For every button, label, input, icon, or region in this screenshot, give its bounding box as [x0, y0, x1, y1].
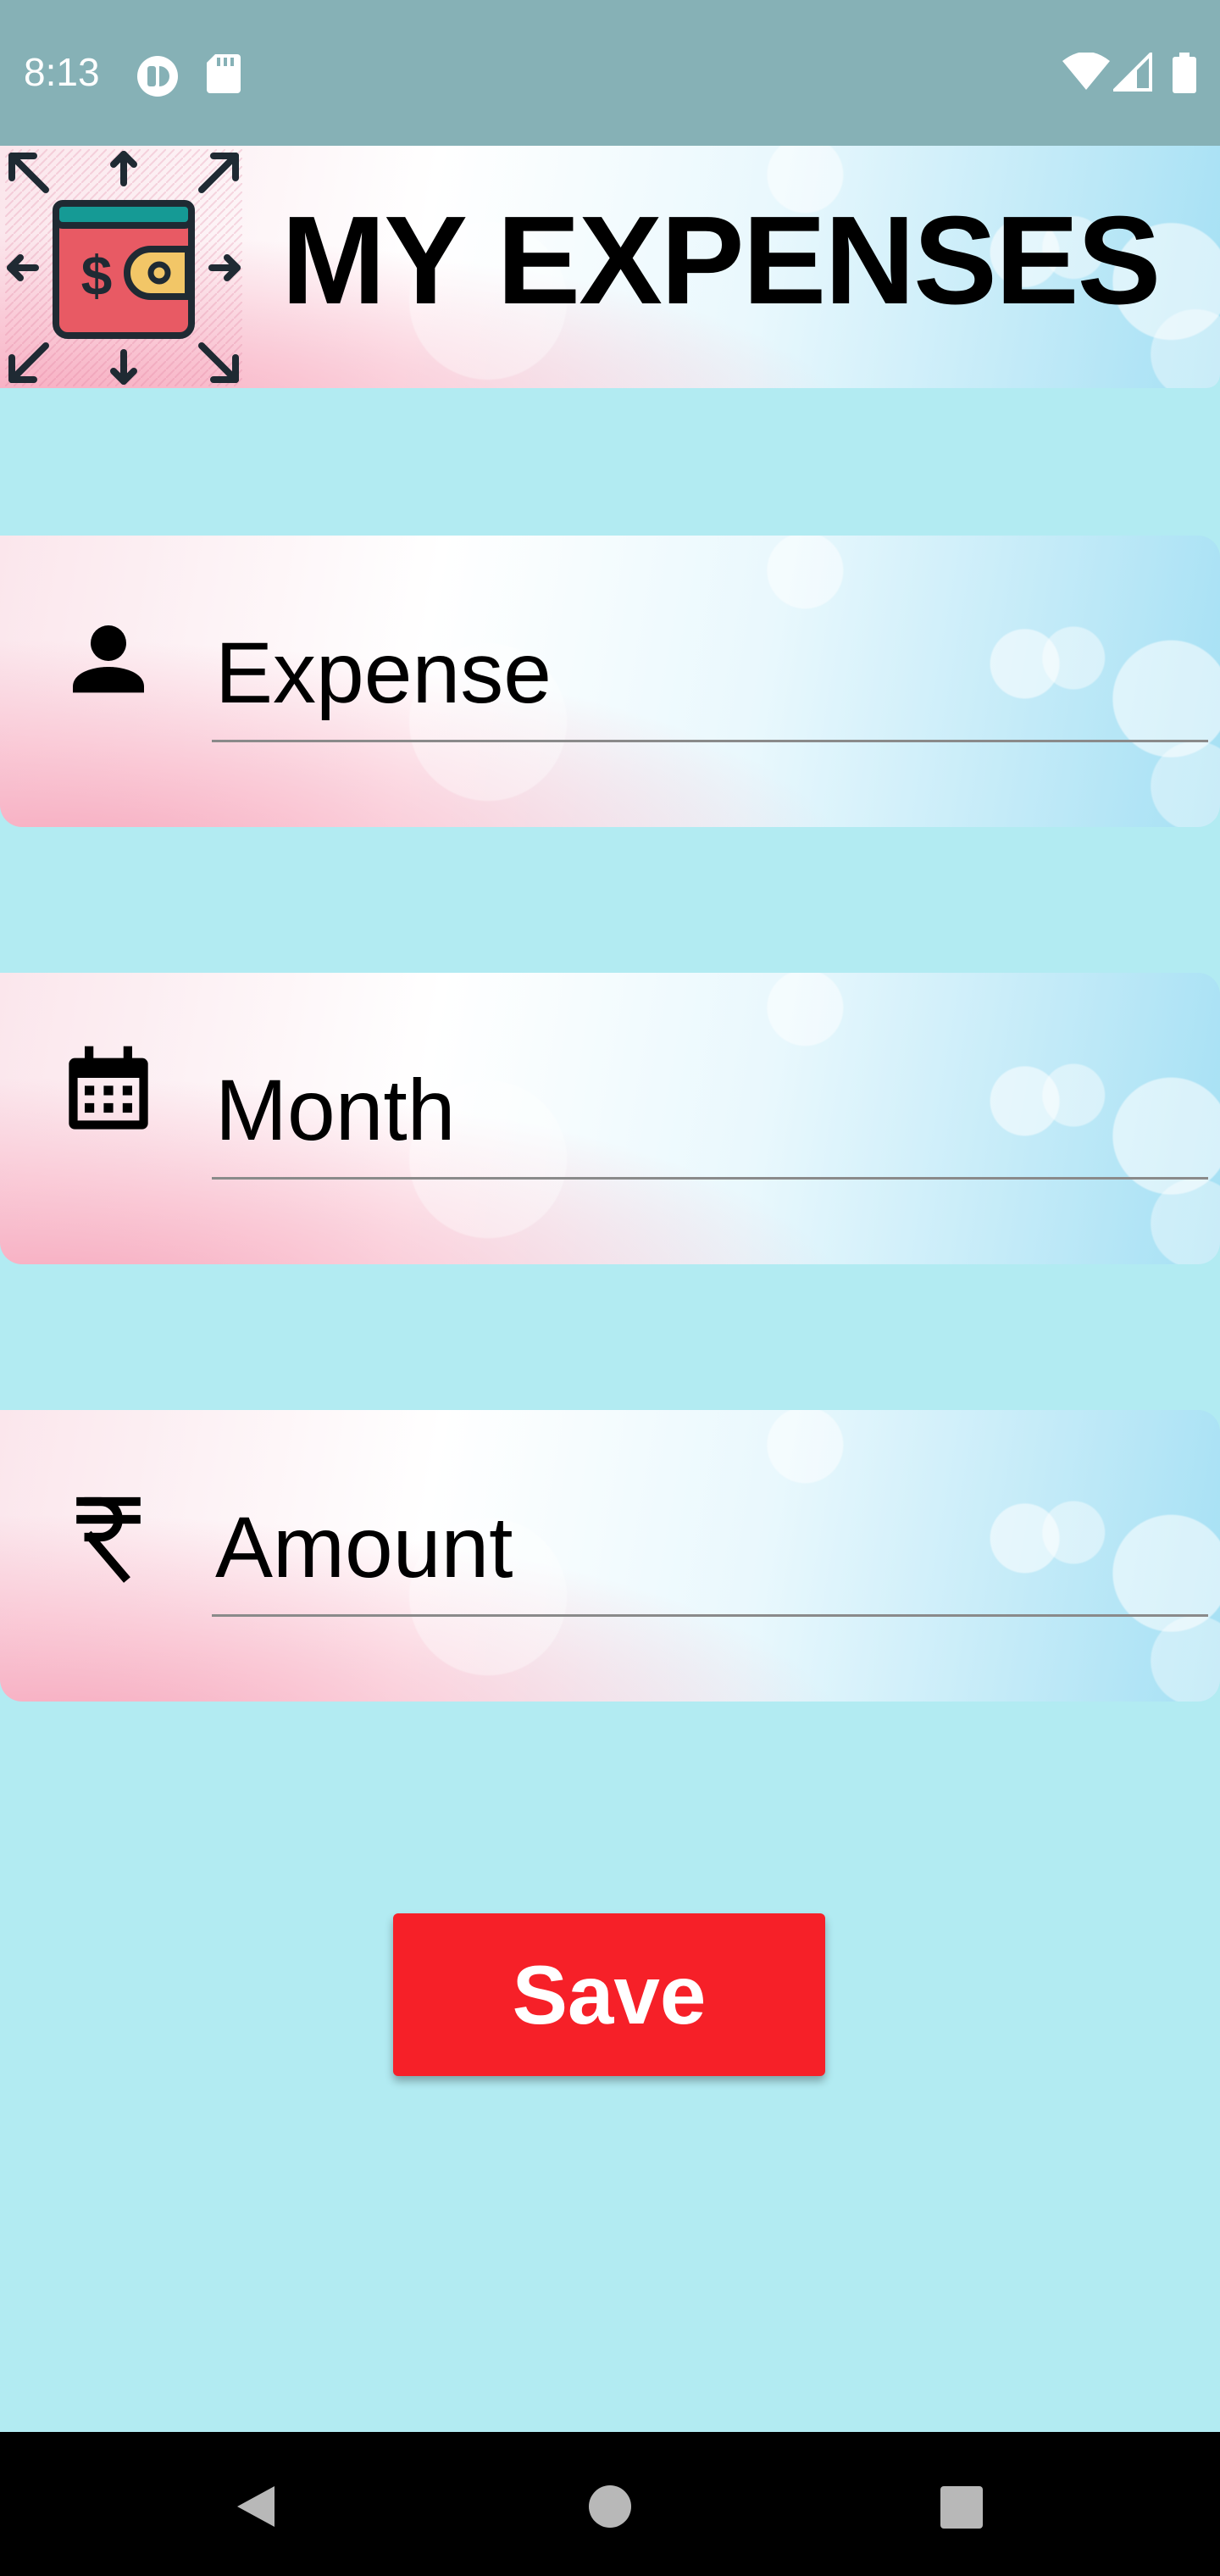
- battery-icon: [1173, 53, 1196, 93]
- status-bar: 8:13: [0, 0, 1220, 146]
- navigation-bar: [0, 2432, 1220, 2576]
- month-field-card: [0, 973, 1220, 1264]
- cell-signal-icon: [1113, 53, 1152, 92]
- sd-card-icon: [207, 54, 241, 93]
- back-icon[interactable]: [212, 2464, 297, 2549]
- status-time: 8:13: [24, 50, 100, 94]
- recents-icon[interactable]: [918, 2464, 1003, 2549]
- wallet-expenses-icon: $: [5, 149, 242, 386]
- month-input[interactable]: [212, 1044, 1208, 1180]
- app-header: $ MY EXPENSES: [0, 146, 1220, 388]
- rupee-icon: [76, 1496, 141, 1583]
- home-icon[interactable]: [568, 2464, 652, 2549]
- amount-input[interactable]: [212, 1481, 1208, 1617]
- wifi-icon: [1062, 53, 1110, 90]
- sync-circle-icon: [137, 56, 178, 97]
- save-button[interactable]: Save: [393, 1913, 825, 2076]
- expense-input[interactable]: [212, 607, 1208, 742]
- amount-field-card: [0, 1410, 1220, 1702]
- expense-field-card: [0, 536, 1220, 827]
- app-title: MY EXPENSES: [281, 191, 1161, 330]
- svg-text:$: $: [81, 244, 113, 307]
- person-icon: [73, 625, 144, 693]
- calendar-icon: [69, 1046, 148, 1130]
